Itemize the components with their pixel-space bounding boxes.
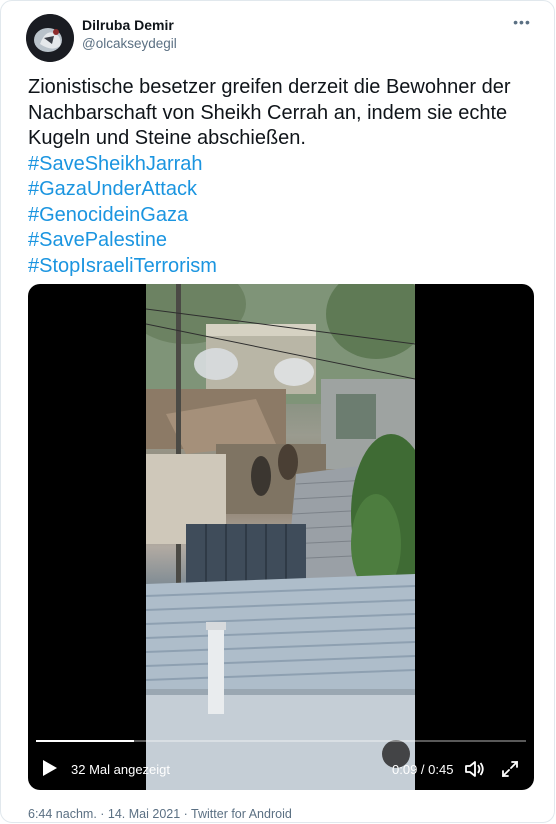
tweet-card: Dilruba Demir @olcakseydegil ••• Zionist…	[0, 0, 555, 823]
hashtag-link[interactable]: #SavePalestine	[28, 228, 533, 254]
tweet-text: Zionistische besetzer greifen derzeit di…	[28, 76, 511, 149]
tweet-timestamp[interactable]: 6:44 nachm. · 14. Mai 2021 · Twitter for…	[28, 807, 292, 821]
hashtag-link[interactable]: #GenocideinGaza	[28, 203, 533, 229]
author-name[interactable]: Dilruba Demir	[82, 17, 174, 33]
hashtag-link[interactable]: #StopIsraeliTerrorism	[28, 254, 533, 280]
author-handle[interactable]: @olcakseydegil	[82, 36, 177, 51]
progress-fill	[36, 740, 134, 742]
view-count: 32 Mal angezeigt	[71, 762, 171, 777]
video-time: 0:09 / 0:45	[392, 762, 454, 777]
volume-icon[interactable]	[463, 758, 485, 780]
more-icon[interactable]: •••	[512, 13, 532, 33]
video-player[interactable]: 32 Mal angezeigt 0:09 / 0:45	[28, 284, 534, 790]
fullscreen-icon[interactable]	[500, 759, 520, 779]
tweet-body: Zionistische besetzer greifen derzeit di…	[28, 75, 533, 279]
play-icon[interactable]	[40, 758, 60, 778]
progress-bar[interactable]	[36, 740, 526, 742]
avatar[interactable]	[26, 14, 74, 62]
video-frame[interactable]	[146, 284, 415, 790]
hashtag-link[interactable]: #GazaUnderAttack	[28, 177, 533, 203]
hashtag-link[interactable]: #SaveSheikhJarrah	[28, 152, 533, 178]
